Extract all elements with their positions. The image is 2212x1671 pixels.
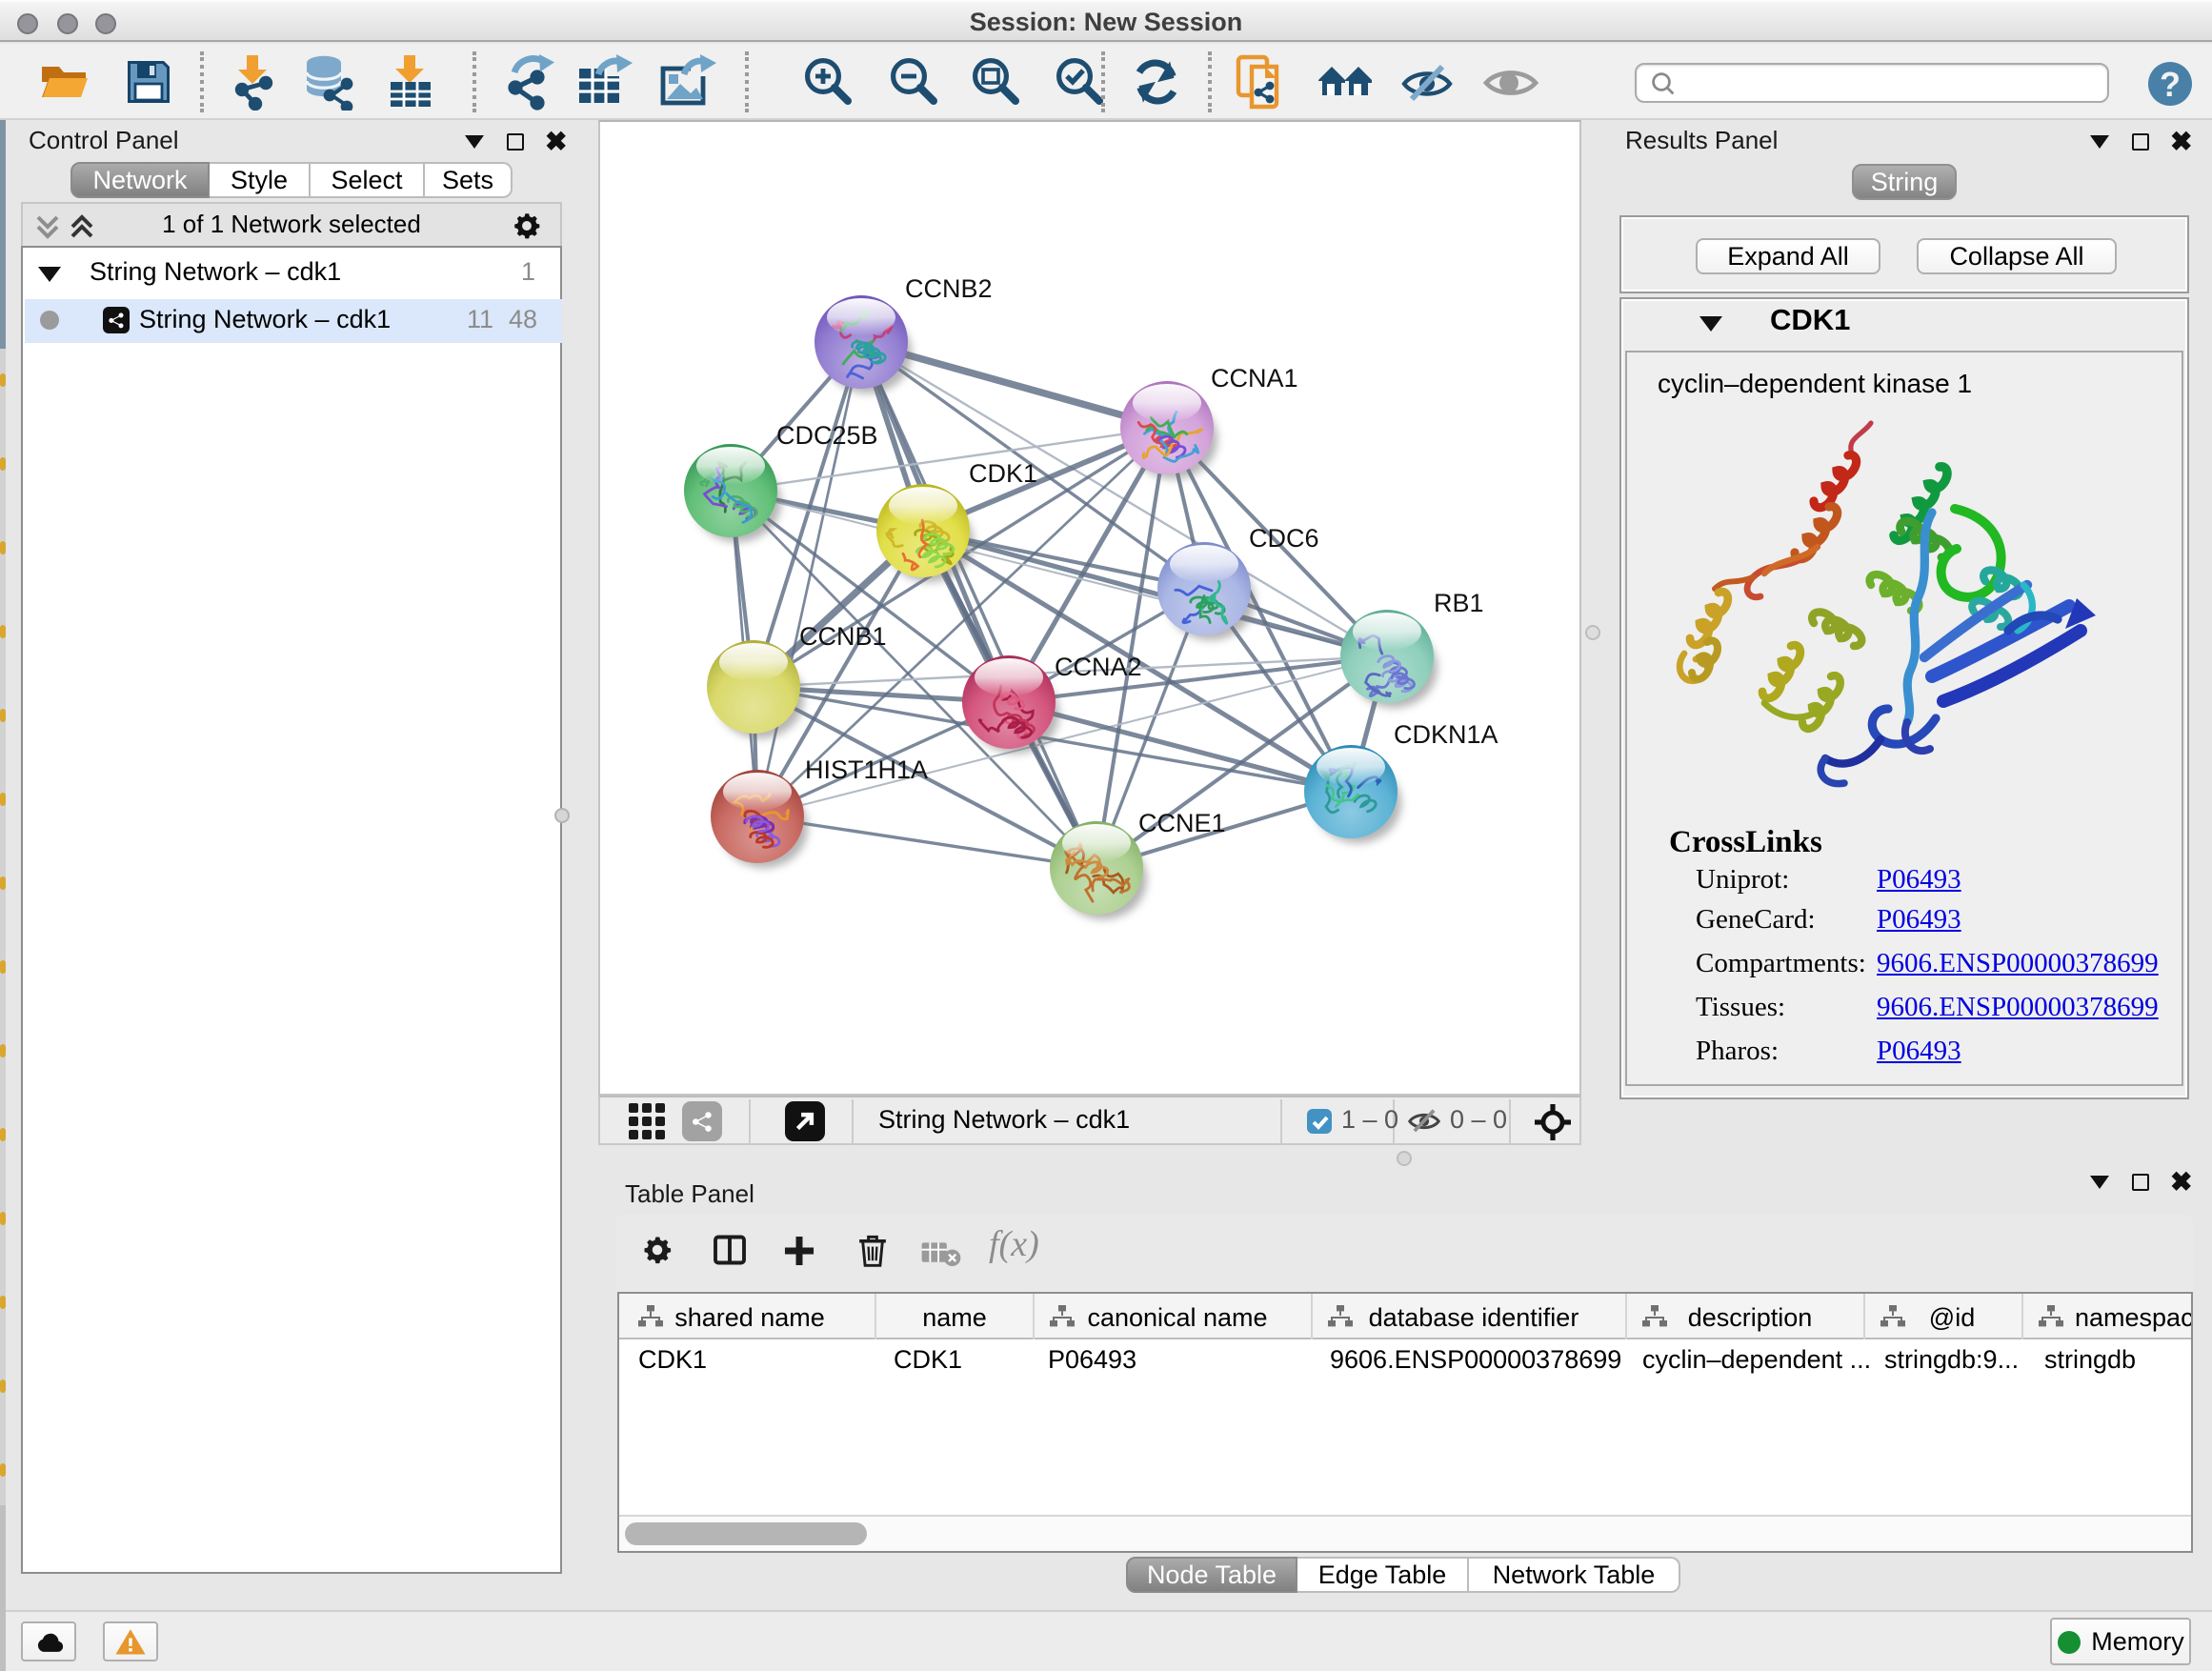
- svg-text:RB1: RB1: [1434, 589, 1484, 617]
- svg-text:CCNA1: CCNA1: [1211, 364, 1298, 393]
- svg-text:CCNE1: CCNE1: [1138, 809, 1226, 837]
- svg-text:?: ?: [2160, 65, 2181, 104]
- svg-text:CDC6: CDC6: [1249, 524, 1319, 553]
- svg-text:CDC25B: CDC25B: [776, 421, 878, 450]
- svg-text:HIST1H1A: HIST1H1A: [805, 755, 928, 784]
- svg-text:CDKN1A: CDKN1A: [1394, 720, 1498, 749]
- svg-text:CCNB1: CCNB1: [799, 622, 887, 651]
- svg-text:CCNA2: CCNA2: [1055, 653, 1142, 681]
- svg-text:CCNB2: CCNB2: [905, 274, 993, 303]
- svg-text:CDK1: CDK1: [969, 459, 1037, 488]
